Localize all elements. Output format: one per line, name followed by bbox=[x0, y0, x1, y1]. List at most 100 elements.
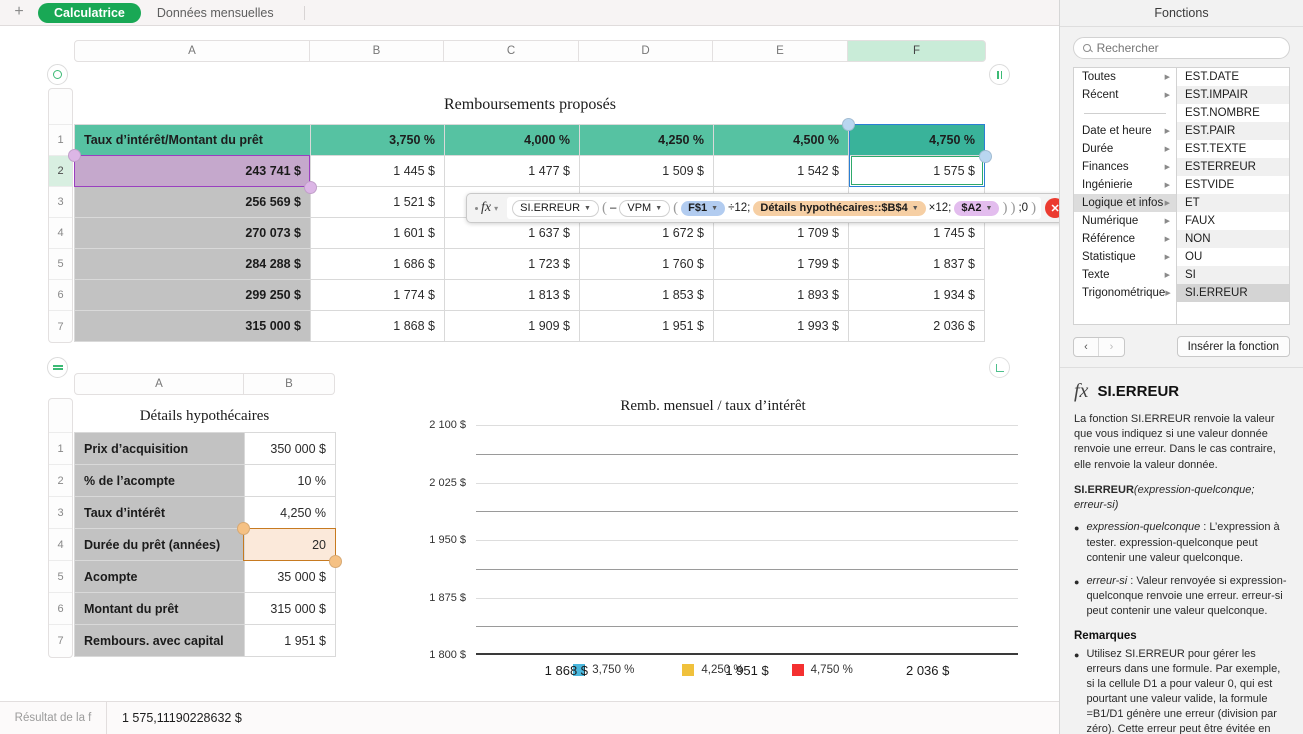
details-label-4[interactable]: Durée du prêt (années) bbox=[75, 529, 245, 561]
function-non[interactable]: NON bbox=[1177, 230, 1289, 248]
details-value-1[interactable]: 350 000 $ bbox=[245, 433, 336, 465]
selection-handle-bottom-right[interactable] bbox=[304, 181, 317, 194]
details-row-header-3[interactable]: 3 bbox=[49, 497, 72, 529]
function-estvide[interactable]: ESTVIDE bbox=[1177, 176, 1289, 194]
details-row-header-2[interactable]: 2 bbox=[49, 465, 72, 497]
formula-editor-bar[interactable]: fx ▾ SI.ERREUR ▼ ( – VPM ▼ ( F$1 ▼ ÷12; … bbox=[466, 193, 1059, 223]
category-toutes[interactable]: Toutes▶ bbox=[1074, 68, 1176, 86]
chevron-down-icon[interactable]: ▼ bbox=[912, 205, 919, 212]
tab-calculatrice[interactable]: Calculatrice bbox=[38, 3, 141, 23]
add-sheet-button[interactable]: + bbox=[0, 4, 38, 22]
function-si[interactable]: SI bbox=[1177, 266, 1289, 284]
row-header-3[interactable]: 3 bbox=[49, 187, 72, 218]
cell-b2[interactable]: 1 445 $ bbox=[311, 156, 445, 187]
cell-f1[interactable]: 4,750 % bbox=[849, 125, 985, 156]
cell-a1[interactable]: Taux d’intérêt/Montant du prêt bbox=[75, 125, 311, 156]
cell-e2[interactable]: 1 542 $ bbox=[714, 156, 849, 187]
details-column-header-b[interactable]: B bbox=[244, 373, 335, 395]
details-selection-handle-bottom[interactable] bbox=[329, 555, 342, 568]
cell-a7[interactable]: 315 000 $ bbox=[75, 311, 311, 342]
cell-e6[interactable]: 1 893 $ bbox=[714, 280, 849, 311]
column-header-a[interactable]: A bbox=[74, 40, 310, 62]
details-value-3[interactable]: 4,250 % bbox=[245, 497, 336, 529]
formula-token-f1[interactable]: F$1 ▼ bbox=[681, 201, 725, 216]
details-row-header-6[interactable]: 6 bbox=[49, 593, 72, 625]
details-label-1[interactable]: Prix d’acquisition bbox=[75, 433, 245, 465]
details-label-5[interactable]: Acompte bbox=[75, 561, 245, 593]
category-duree[interactable]: Durée▶ bbox=[1074, 140, 1176, 158]
details-row-header-5[interactable]: 5 bbox=[49, 561, 72, 593]
details-value-2[interactable]: 10 % bbox=[245, 465, 336, 497]
details-selection-handle-top[interactable] bbox=[237, 522, 250, 535]
row-header-4[interactable]: 4 bbox=[49, 218, 72, 249]
category-recent[interactable]: Récent▶ bbox=[1074, 86, 1176, 104]
function-est-pair[interactable]: EST.PAIR bbox=[1177, 122, 1289, 140]
cell-a5[interactable]: 284 288 $ bbox=[75, 249, 311, 280]
formula-token-vpm[interactable]: VPM ▼ bbox=[619, 200, 670, 217]
cell-e7[interactable]: 1 993 $ bbox=[714, 311, 849, 342]
selection-handle-f-top[interactable] bbox=[842, 118, 855, 131]
details-row-header-7[interactable]: 7 bbox=[49, 625, 72, 657]
details-label-3[interactable]: Taux d’intérêt bbox=[75, 497, 245, 529]
selection-handle-f-bottom[interactable] bbox=[979, 150, 992, 163]
cell-e1[interactable]: 4,500 % bbox=[714, 125, 849, 156]
category-reference[interactable]: Référence▶ bbox=[1074, 230, 1176, 248]
function-si-erreur[interactable]: SI.ERREUR bbox=[1177, 284, 1289, 302]
formula-token-sierreur[interactable]: SI.ERREUR ▼ bbox=[512, 200, 599, 217]
details-row-header-4[interactable]: 4 bbox=[49, 529, 72, 561]
chevron-down-icon[interactable]: ▼ bbox=[655, 205, 662, 212]
cell-f7[interactable]: 2 036 $ bbox=[849, 311, 985, 342]
cell-c1[interactable]: 4,000 % bbox=[445, 125, 580, 156]
function-est-nombre[interactable]: EST.NOMBRE bbox=[1177, 104, 1289, 122]
cell-c2[interactable]: 1 477 $ bbox=[445, 156, 580, 187]
category-numerique[interactable]: Numérique▶ bbox=[1074, 212, 1176, 230]
details-value-6[interactable]: 315 000 $ bbox=[245, 593, 336, 625]
column-header-d[interactable]: D bbox=[579, 40, 713, 62]
tab-donnees-mensuelles[interactable]: Données mensuelles bbox=[141, 3, 290, 23]
details-value-4[interactable]: 20 bbox=[245, 529, 336, 561]
category-trigonometrique[interactable]: Trigonométrique▶ bbox=[1074, 284, 1176, 302]
cell-d6[interactable]: 1 853 $ bbox=[580, 280, 714, 311]
function-est-date[interactable]: EST.DATE bbox=[1177, 68, 1289, 86]
details-row-header-1[interactable]: 1 bbox=[49, 433, 72, 465]
cell-f6[interactable]: 1 934 $ bbox=[849, 280, 985, 311]
chevron-down-icon[interactable]: ▼ bbox=[711, 205, 718, 212]
column-header-c[interactable]: C bbox=[444, 40, 579, 62]
function-ou[interactable]: OU bbox=[1177, 248, 1289, 266]
row-header-7[interactable]: 7 bbox=[49, 311, 72, 342]
cell-f2[interactable]: 1 575 $ bbox=[849, 156, 985, 187]
function-faux[interactable]: FAUX bbox=[1177, 212, 1289, 230]
formula-token-a2[interactable]: $A2 ▼ bbox=[954, 201, 999, 216]
cell-b3[interactable]: 1 521 $ bbox=[311, 187, 445, 218]
column-header-e[interactable]: E bbox=[713, 40, 848, 62]
row-header-2[interactable]: 2 bbox=[49, 156, 72, 187]
main-table-row-handle[interactable] bbox=[989, 64, 1010, 85]
chevron-down-icon[interactable]: ▾ bbox=[494, 204, 498, 213]
nav-buttons[interactable]: ‹ › bbox=[1073, 337, 1125, 357]
nav-next-button[interactable]: › bbox=[1099, 338, 1124, 356]
details-label-7[interactable]: Rembours. avec capital bbox=[75, 625, 245, 657]
cell-d5[interactable]: 1 760 $ bbox=[580, 249, 714, 280]
details-value-5[interactable]: 35 000 $ bbox=[245, 561, 336, 593]
cell-d1[interactable]: 4,250 % bbox=[580, 125, 714, 156]
category-texte[interactable]: Texte▶ bbox=[1074, 266, 1176, 284]
main-table-select-handle[interactable] bbox=[47, 64, 68, 85]
cell-b1[interactable]: 3,750 % bbox=[311, 125, 445, 156]
bar-chart[interactable]: Remb. mensuel / taux d’intérêt 2 100 $ 2… bbox=[408, 398, 1018, 688]
search-input[interactable] bbox=[1097, 41, 1280, 55]
row-header-6[interactable]: 6 bbox=[49, 280, 72, 311]
nav-prev-button[interactable]: ‹ bbox=[1074, 338, 1099, 356]
formula-cancel-button[interactable]: ✕ bbox=[1045, 198, 1059, 218]
cell-b6[interactable]: 1 774 $ bbox=[311, 280, 445, 311]
chevron-down-icon[interactable]: ▼ bbox=[584, 205, 591, 212]
details-column-header-a[interactable]: A bbox=[74, 373, 244, 395]
cell-c6[interactable]: 1 813 $ bbox=[445, 280, 580, 311]
cell-d7[interactable]: 1 951 $ bbox=[580, 311, 714, 342]
chevron-down-icon[interactable]: ▼ bbox=[986, 205, 993, 212]
details-table-select-handle[interactable] bbox=[47, 357, 68, 378]
cell-e5[interactable]: 1 799 $ bbox=[714, 249, 849, 280]
function-est-impair[interactable]: EST.IMPAIR bbox=[1177, 86, 1289, 104]
details-value-7[interactable]: 1 951 $ bbox=[245, 625, 336, 657]
function-et[interactable]: ET bbox=[1177, 194, 1289, 212]
cell-a6[interactable]: 299 250 $ bbox=[75, 280, 311, 311]
